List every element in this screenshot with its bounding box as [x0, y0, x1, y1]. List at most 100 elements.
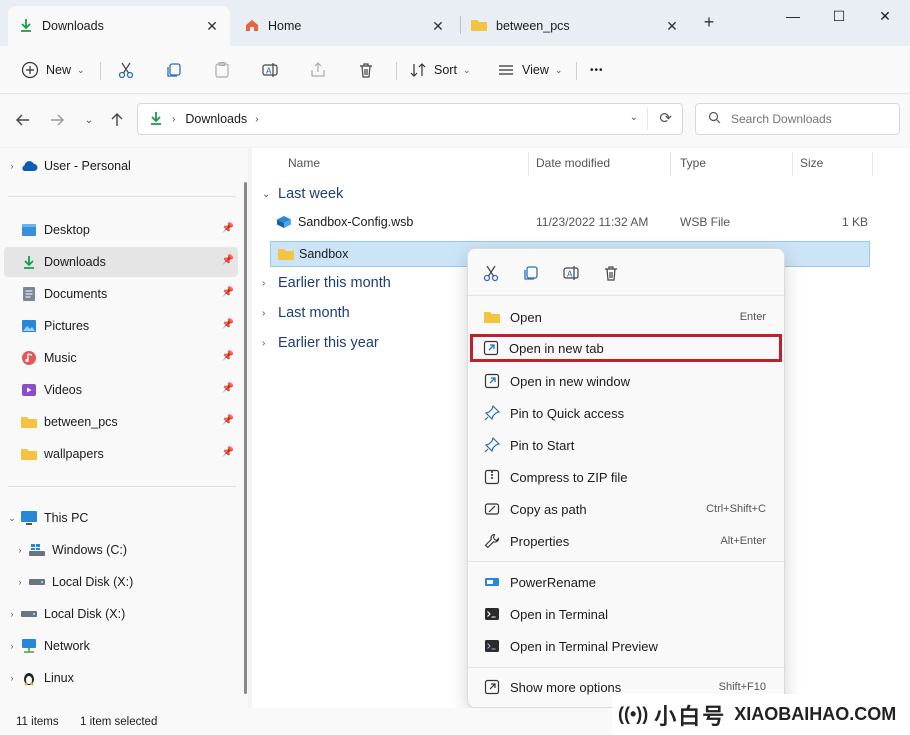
- paste-button[interactable]: [212, 56, 232, 84]
- group-header-earlier-this-year[interactable]: › Earlier this year: [262, 331, 379, 355]
- column-divider: [792, 152, 793, 176]
- chevron-right-icon[interactable]: ›: [255, 114, 258, 125]
- chevron-right-icon: ›: [262, 277, 266, 289]
- sidebar-item-documents[interactable]: Documents 📌: [4, 279, 238, 309]
- close-window-button[interactable]: ✕: [862, 0, 908, 32]
- menu-item-compress-to-zip[interactable]: Compress to ZIP file: [474, 463, 780, 491]
- cut-button[interactable]: [116, 56, 136, 84]
- file-name: Sandbox-Config.wsb: [298, 215, 414, 229]
- recent-locations-button[interactable]: ⌄: [78, 109, 100, 131]
- chevron-right-icon[interactable]: ›: [4, 641, 20, 651]
- chevron-right-icon[interactable]: ›: [12, 577, 28, 587]
- tab-between-pcs[interactable]: between_pcs ✕: [460, 6, 690, 46]
- group-header-last-week[interactable]: ⌄ Last week: [262, 182, 343, 206]
- close-icon[interactable]: ✕: [430, 18, 446, 35]
- close-icon[interactable]: ✕: [204, 18, 220, 35]
- column-header-type[interactable]: Type: [680, 156, 706, 170]
- sidebar-item-between-pcs[interactable]: between_pcs 📌: [4, 407, 238, 437]
- up-button[interactable]: [106, 109, 128, 131]
- sidebar-item-linux[interactable]: › Linux: [4, 663, 238, 693]
- menu-item-label: Open in new tab: [509, 340, 604, 356]
- chevron-down-icon: ⌄: [262, 188, 271, 200]
- sort-button[interactable]: Sort ⌄: [408, 56, 470, 84]
- delete-button[interactable]: [356, 56, 376, 84]
- sidebar-item-network[interactable]: › Network: [4, 631, 238, 661]
- sidebar-item-windows-c[interactable]: › Windows (C:): [4, 535, 238, 565]
- sidebar-item-wallpapers[interactable]: wallpapers 📌: [4, 439, 238, 469]
- breadcrumb-downloads[interactable]: Downloads: [185, 112, 247, 126]
- chevron-down-icon[interactable]: ⌄: [630, 112, 638, 123]
- group-header-last-month[interactable]: › Last month: [262, 301, 350, 325]
- trash-icon: [602, 264, 620, 285]
- chevron-right-icon[interactable]: ›: [4, 161, 20, 171]
- minimize-button[interactable]: —: [770, 0, 816, 32]
- search-box[interactable]: [695, 103, 900, 135]
- menu-item-open-in-new-tab[interactable]: Open in new tab: [470, 334, 782, 362]
- sidebar-item-label: This PC: [44, 511, 89, 525]
- close-icon[interactable]: ✕: [664, 18, 680, 35]
- column-header-date[interactable]: Date modified: [536, 156, 610, 170]
- share-button[interactable]: [308, 56, 328, 84]
- status-item-count: 11 items: [16, 716, 59, 728]
- sidebar-item-label: Downloads: [44, 255, 106, 269]
- ctx-rename-button[interactable]: A: [558, 261, 584, 287]
- menu-item-pin-to-start[interactable]: Pin to Start: [474, 431, 780, 459]
- new-tab-button[interactable]: +: [698, 12, 720, 34]
- sidebar-item-videos[interactable]: Videos 📌: [4, 375, 238, 405]
- column-header-name[interactable]: Name: [288, 156, 320, 170]
- ctx-cut-button[interactable]: [478, 261, 504, 287]
- sidebar-item-this-pc[interactable]: ⌄ This PC: [4, 503, 238, 533]
- sidebar-item-downloads[interactable]: Downloads 📌: [4, 247, 238, 277]
- more-options-button[interactable]: •••: [590, 56, 604, 84]
- ctx-copy-button[interactable]: [518, 261, 544, 287]
- menu-item-shortcut: Ctrl+Shift+C: [706, 503, 766, 515]
- sidebar-item-music[interactable]: Music 📌: [4, 343, 238, 373]
- menu-item-label: Open: [510, 309, 542, 325]
- menu-item-label: Open in Terminal Preview: [510, 638, 658, 654]
- sidebar-item-label: Local Disk (X:): [44, 607, 126, 621]
- menu-item-powerrename[interactable]: PowerRename: [474, 568, 780, 596]
- search-input[interactable]: [731, 112, 891, 126]
- document-icon: [20, 285, 38, 303]
- copy-button[interactable]: [164, 56, 184, 84]
- sidebar-item-desktop[interactable]: Desktop 📌: [4, 215, 238, 245]
- folder-icon: [20, 413, 38, 431]
- scissors-icon: [116, 60, 136, 80]
- new-button[interactable]: New ⌄: [20, 56, 85, 84]
- back-button[interactable]: [12, 109, 34, 131]
- forward-button[interactable]: [46, 109, 68, 131]
- tab-downloads[interactable]: Downloads ✕: [8, 6, 230, 46]
- ctx-delete-button[interactable]: [598, 261, 624, 287]
- chevron-right-icon[interactable]: ›: [12, 545, 28, 555]
- pin-icon: 📌: [221, 223, 234, 234]
- menu-item-copy-as-path[interactable]: Copy as path Ctrl+Shift+C: [474, 495, 780, 523]
- view-button[interactable]: View ⌄: [496, 56, 562, 84]
- group-header-earlier-this-month[interactable]: › Earlier this month: [262, 271, 391, 295]
- menu-item-open-in-terminal[interactable]: Open in Terminal: [474, 600, 780, 628]
- chevron-right-icon[interactable]: ›: [4, 673, 20, 683]
- address-bar[interactable]: › Downloads › ⌄ ⟳: [137, 103, 683, 135]
- refresh-icon[interactable]: ⟳: [659, 109, 672, 127]
- sidebar-item-pictures[interactable]: Pictures 📌: [4, 311, 238, 341]
- nav-scrollbar[interactable]: [244, 182, 247, 694]
- computer-icon: [20, 509, 38, 527]
- menu-item-label: Copy as path: [510, 501, 587, 517]
- sidebar-item-local-disk-x-child[interactable]: › Local Disk (X:): [4, 567, 238, 597]
- sidebar-item-user-personal[interactable]: › User - Personal: [4, 151, 238, 181]
- file-date: 11/23/2022 11:32 AM: [536, 215, 649, 229]
- menu-item-open-in-terminal-preview[interactable]: Open in Terminal Preview: [474, 632, 780, 660]
- menu-item-pin-to-quick-access[interactable]: Pin to Quick access: [474, 399, 780, 427]
- chevron-down-icon[interactable]: ⌄: [4, 513, 20, 524]
- sidebar-item-local-disk-x[interactable]: › Local Disk (X:): [4, 599, 238, 629]
- column-header-size[interactable]: Size: [800, 156, 823, 170]
- status-selected: 1 item selected: [80, 716, 158, 728]
- tab-home[interactable]: Home ✕: [234, 6, 456, 46]
- toolbar-divider: [396, 62, 397, 80]
- chevron-right-icon[interactable]: ›: [4, 609, 20, 619]
- maximize-button[interactable]: ☐: [816, 0, 862, 32]
- menu-item-open[interactable]: Open Enter: [474, 303, 780, 331]
- file-size: 1 KB: [842, 215, 869, 229]
- menu-item-open-in-new-window[interactable]: Open in new window: [474, 367, 780, 395]
- rename-button[interactable]: A: [260, 56, 280, 84]
- menu-item-properties[interactable]: Properties Alt+Enter: [474, 527, 780, 555]
